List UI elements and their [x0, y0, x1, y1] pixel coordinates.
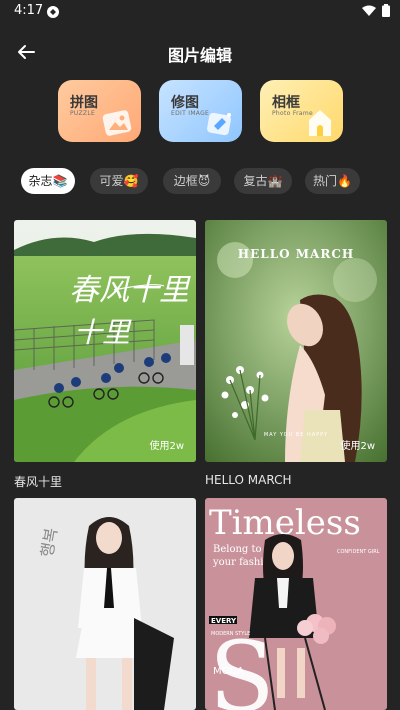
- status-time: 4:17: [14, 3, 44, 18]
- poster-spring-breeze-image: 春风十里 十里: [14, 220, 196, 462]
- puzzle-title: 拼图: [70, 95, 98, 111]
- poster-2-uses-count: 使用2w: [340, 441, 375, 452]
- poster-spring-breeze[interactable]: 春风十里 十里 使用2w: [14, 220, 196, 462]
- poster-hello-march-image: HELLO MARCH MAY YOU BE HAPPY: [205, 220, 387, 462]
- poster-1-uses-count: 使用2w: [149, 441, 184, 452]
- status-icons: [362, 4, 390, 17]
- poster-hello-march[interactable]: HELLO MARCH MAY YOU BE HAPPY 使用2w: [205, 220, 387, 462]
- chip-retro[interactable]: 复古🏰: [234, 168, 292, 194]
- puzzle-image-icon: [102, 110, 132, 136]
- chip-cute[interactable]: 可爱🥰: [90, 168, 148, 194]
- svg-text:MODA: MODA: [213, 666, 244, 677]
- svg-text:MAY YOU BE HAPPY: MAY YOU BE HAPPY: [264, 432, 328, 438]
- poster-2-caption: HELLO MARCH: [205, 473, 292, 487]
- battery-icon: [382, 4, 390, 17]
- svg-text:十里: 十里: [74, 316, 132, 349]
- poster-timeless[interactable]: Timeless Belong to your fashion CONFIDEN…: [205, 498, 387, 710]
- svg-text:CONFIDENT GIRL: CONFIDENT GIRL: [337, 549, 380, 555]
- magic-edit-icon: [207, 112, 231, 136]
- status-bar: 4:17: [0, 0, 400, 22]
- chip-magazine[interactable]: 杂志📚: [21, 168, 75, 194]
- svg-text:HELLO MARCH: HELLO MARCH: [238, 247, 354, 261]
- photo-frame-title: 相框: [272, 95, 300, 111]
- edit-image-title: 修图: [171, 95, 199, 111]
- poster-korean-moment[interactable]: 행복: [14, 498, 196, 710]
- page-title: 图片编辑: [167, 46, 232, 65]
- poster-1-caption: 春风十里: [14, 475, 63, 489]
- poster-timeless-image: Timeless Belong to your fashion CONFIDEN…: [205, 498, 387, 710]
- puzzle-tool-card[interactable]: 拼图 PUZZLE: [58, 80, 141, 142]
- chip-hot[interactable]: 热门🔥: [305, 168, 360, 194]
- frame-house-icon: [309, 110, 331, 136]
- poster-korean-moment-image: 행복: [14, 498, 196, 710]
- wifi-icon: [362, 5, 376, 16]
- sync-icon: [46, 4, 60, 23]
- chip-border[interactable]: 边框😈: [163, 168, 221, 194]
- poster-1-script-text: 春风十里: [69, 273, 191, 308]
- app-header: 图片编辑: [0, 30, 400, 76]
- photo-frame-tool-card[interactable]: 相框 Photo Frame: [260, 80, 343, 142]
- svg-text:Belong to: Belong to: [213, 544, 262, 555]
- edit-image-tool-card[interactable]: 修图 EDIT IMAGE: [159, 80, 242, 142]
- puzzle-subtitle: PUZZLE: [70, 110, 96, 117]
